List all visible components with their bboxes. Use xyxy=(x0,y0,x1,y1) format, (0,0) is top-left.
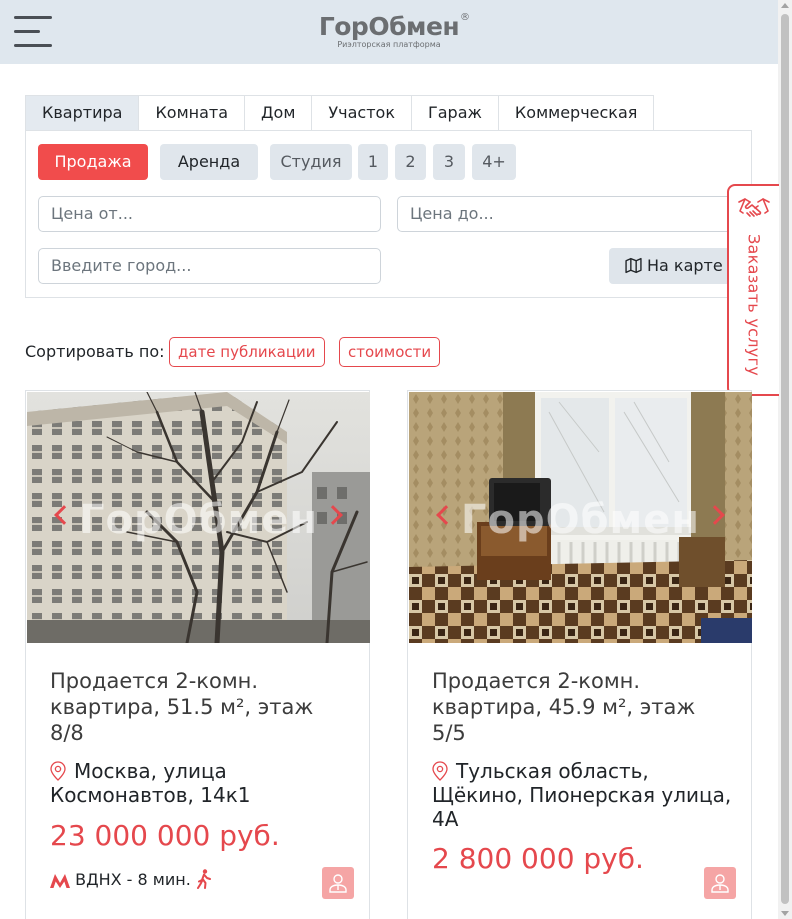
tab-land[interactable]: Участок xyxy=(311,95,412,131)
listing-address-text: Москва, улица Космонавтов, 14к1 xyxy=(50,759,251,807)
page-scrollbar[interactable] xyxy=(778,0,792,919)
sort-by-price-button[interactable]: стоимости xyxy=(339,337,441,367)
tab-apartment[interactable]: Квартира xyxy=(25,95,140,131)
listing-photo[interactable]: ГорОбмен xyxy=(27,392,370,643)
map-button-label: На карте xyxy=(647,256,723,275)
location-pin-icon xyxy=(432,761,448,781)
site-header: ГорОбмен ® Риэлторская платформа xyxy=(0,0,778,64)
agent-icon xyxy=(711,874,729,893)
listing-address: Москва, улица Космонавтов, 14к1 xyxy=(50,759,350,807)
handshake-icon xyxy=(738,198,770,217)
property-type-tabs: Квартира Комната Дом Участок Гараж Комме… xyxy=(25,95,655,131)
listing-card[interactable]: ГорОбмен Продается 2-комн. квартира, 45.… xyxy=(407,390,752,919)
rent-button[interactable]: Аренда xyxy=(160,144,258,180)
listing-card[interactable]: ГорОбмен Продается 2-комн. квартира, 51.… xyxy=(25,390,370,919)
order-service-tab[interactable]: Заказать услугу xyxy=(727,184,779,396)
agent-icon xyxy=(329,874,347,893)
metro-station-text: ВДНХ - 8 мин. xyxy=(75,870,191,889)
listing-metro: ВДНХ - 8 мин. xyxy=(50,869,212,890)
agent-avatar-button[interactable] xyxy=(704,867,736,899)
map-icon xyxy=(625,257,642,274)
search-panel: Продажа Аренда Студия 1 2 3 4+ Цена от..… xyxy=(25,130,752,298)
location-pin-icon xyxy=(50,761,66,781)
price-from-input[interactable]: Цена от... xyxy=(38,196,381,232)
agent-avatar-button[interactable] xyxy=(322,867,354,899)
listing-price: 23 000 000 руб. xyxy=(50,819,280,852)
listing-title[interactable]: Продается 2-комн. квартира, 51.5 м², эта… xyxy=(50,668,350,746)
city-input[interactable]: Введите город... xyxy=(38,248,381,284)
photo-watermark: ГорОбмен xyxy=(461,497,700,543)
scroll-down-icon[interactable] xyxy=(781,911,789,916)
tab-commercial[interactable]: Коммерческая xyxy=(497,95,655,131)
site-logo[interactable]: ГорОбмен ® Риэлторская платформа xyxy=(308,12,470,52)
walking-icon xyxy=(196,869,211,889)
rooms-studio-button[interactable]: Студия xyxy=(270,144,352,180)
rooms-4plus-button[interactable]: 4+ xyxy=(472,144,516,180)
tab-house[interactable]: Дом xyxy=(244,95,313,131)
listing-address-text: Тульская область, Щёкино, Пионерская ули… xyxy=(432,759,732,831)
sort-by-date-button[interactable]: дате публикации xyxy=(169,337,325,367)
rooms-1-button[interactable]: 1 xyxy=(358,144,388,180)
listing-photo[interactable]: ГорОбмен xyxy=(409,392,752,643)
sale-button[interactable]: Продажа xyxy=(38,144,148,180)
price-to-input[interactable]: Цена до... xyxy=(397,196,737,232)
sort-label: Сортировать по: xyxy=(25,342,165,361)
listing-title[interactable]: Продается 2-комн. квартира, 45.9 м², эта… xyxy=(432,668,732,746)
order-service-label: Заказать услугу xyxy=(744,234,764,377)
scrollbar-thumb[interactable] xyxy=(781,14,789,904)
metro-icon xyxy=(50,874,70,888)
photo-watermark: ГорОбмен xyxy=(79,497,318,543)
scroll-up-icon[interactable] xyxy=(781,3,789,8)
rooms-3-button[interactable]: 3 xyxy=(433,144,465,180)
listing-price: 2 800 000 руб. xyxy=(432,842,644,875)
listing-address: Тульская область, Щёкино, Пионерская ули… xyxy=(432,759,732,831)
logo-registered-mark: ® xyxy=(460,12,470,23)
tab-room[interactable]: Комната xyxy=(138,95,246,131)
rooms-2-button[interactable]: 2 xyxy=(395,144,426,180)
menu-icon[interactable] xyxy=(14,16,52,48)
tab-garage[interactable]: Гараж xyxy=(410,95,499,131)
logo-text: ГорОбмен xyxy=(318,12,460,41)
